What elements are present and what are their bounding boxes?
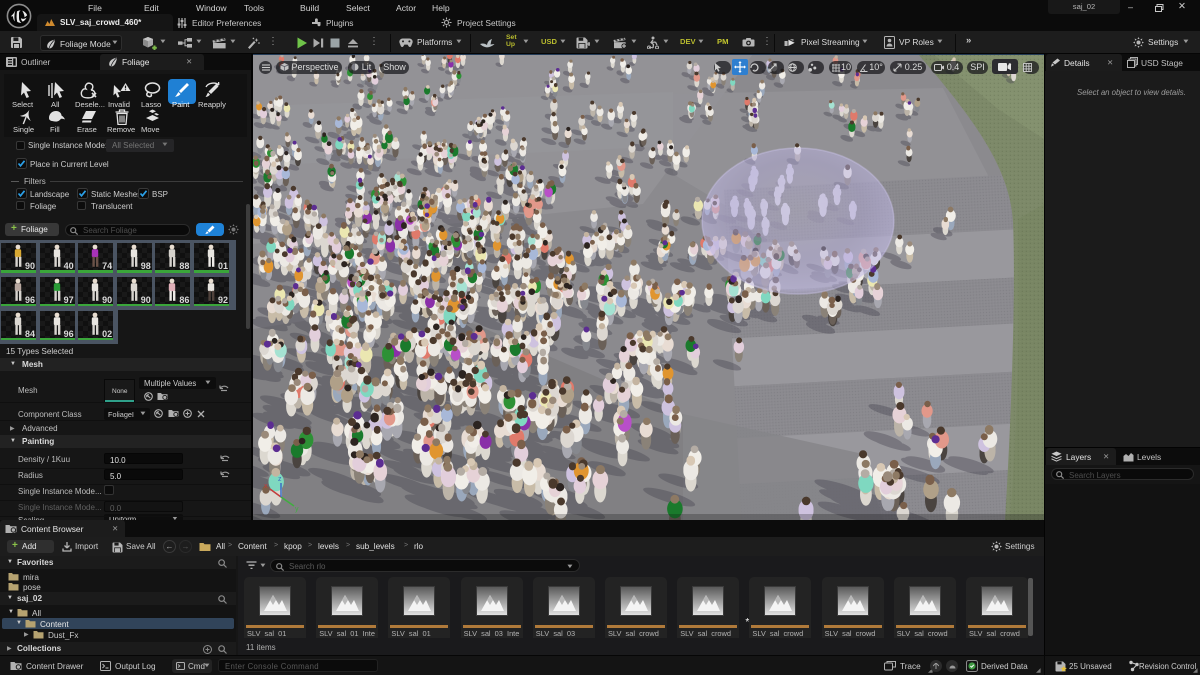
- svg-text:x: x: [264, 483, 268, 490]
- svg-text:z: z: [278, 476, 282, 483]
- svg-text:y: y: [295, 506, 299, 513]
